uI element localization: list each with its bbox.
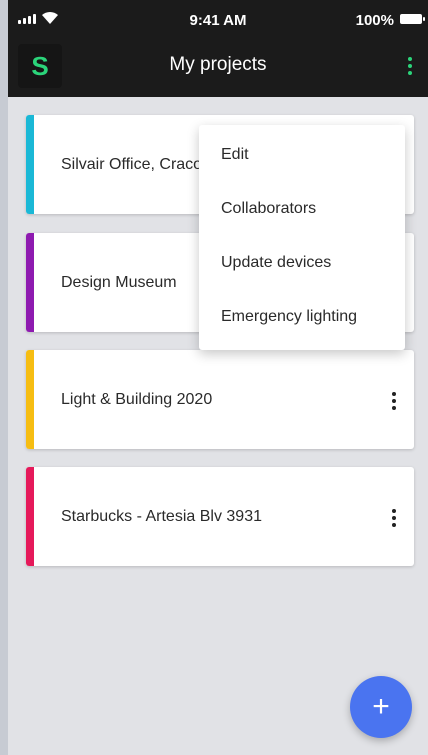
project-accent-bar bbox=[26, 233, 34, 332]
menu-item-collaborators[interactable]: Collaborators bbox=[199, 182, 405, 236]
add-project-button[interactable]: + bbox=[350, 676, 412, 738]
menu-item-edit[interactable]: Edit bbox=[199, 128, 405, 182]
page-title: My projects bbox=[169, 54, 267, 75]
project-accent-bar bbox=[26, 350, 34, 449]
status-bar: 9:41 AM 100% bbox=[8, 0, 428, 40]
menu-item-update-devices[interactable]: Update devices bbox=[199, 236, 405, 290]
project-accent-bar bbox=[26, 467, 34, 566]
phone-screen: 9:41 AM 100% S My projects Silvair Offic… bbox=[8, 0, 428, 755]
context-menu: Edit Collaborators Update devices Emerge… bbox=[199, 125, 405, 350]
project-name: Light & Building 2020 bbox=[61, 390, 213, 408]
app-bar: S My projects bbox=[8, 40, 428, 97]
battery-icon bbox=[400, 14, 425, 24]
project-name: Design Museum bbox=[61, 273, 177, 291]
project-card[interactable]: Starbucks - Artesia Blv 3931 bbox=[26, 467, 414, 566]
more-vert-icon[interactable] bbox=[404, 55, 416, 77]
project-name: Silvair Office, Cracow bbox=[61, 155, 214, 173]
menu-item-emergency-lighting[interactable]: Emergency lighting bbox=[199, 290, 405, 344]
battery-percentage: 100% bbox=[355, 12, 394, 29]
background-strip bbox=[0, 0, 8, 755]
project-accent-bar bbox=[26, 115, 34, 214]
project-name: Starbucks - Artesia Blv 3931 bbox=[61, 507, 262, 525]
more-vert-icon[interactable] bbox=[388, 507, 400, 529]
more-vert-icon[interactable] bbox=[388, 390, 400, 412]
project-card[interactable]: Light & Building 2020 bbox=[26, 350, 414, 449]
plus-icon: + bbox=[372, 690, 390, 723]
